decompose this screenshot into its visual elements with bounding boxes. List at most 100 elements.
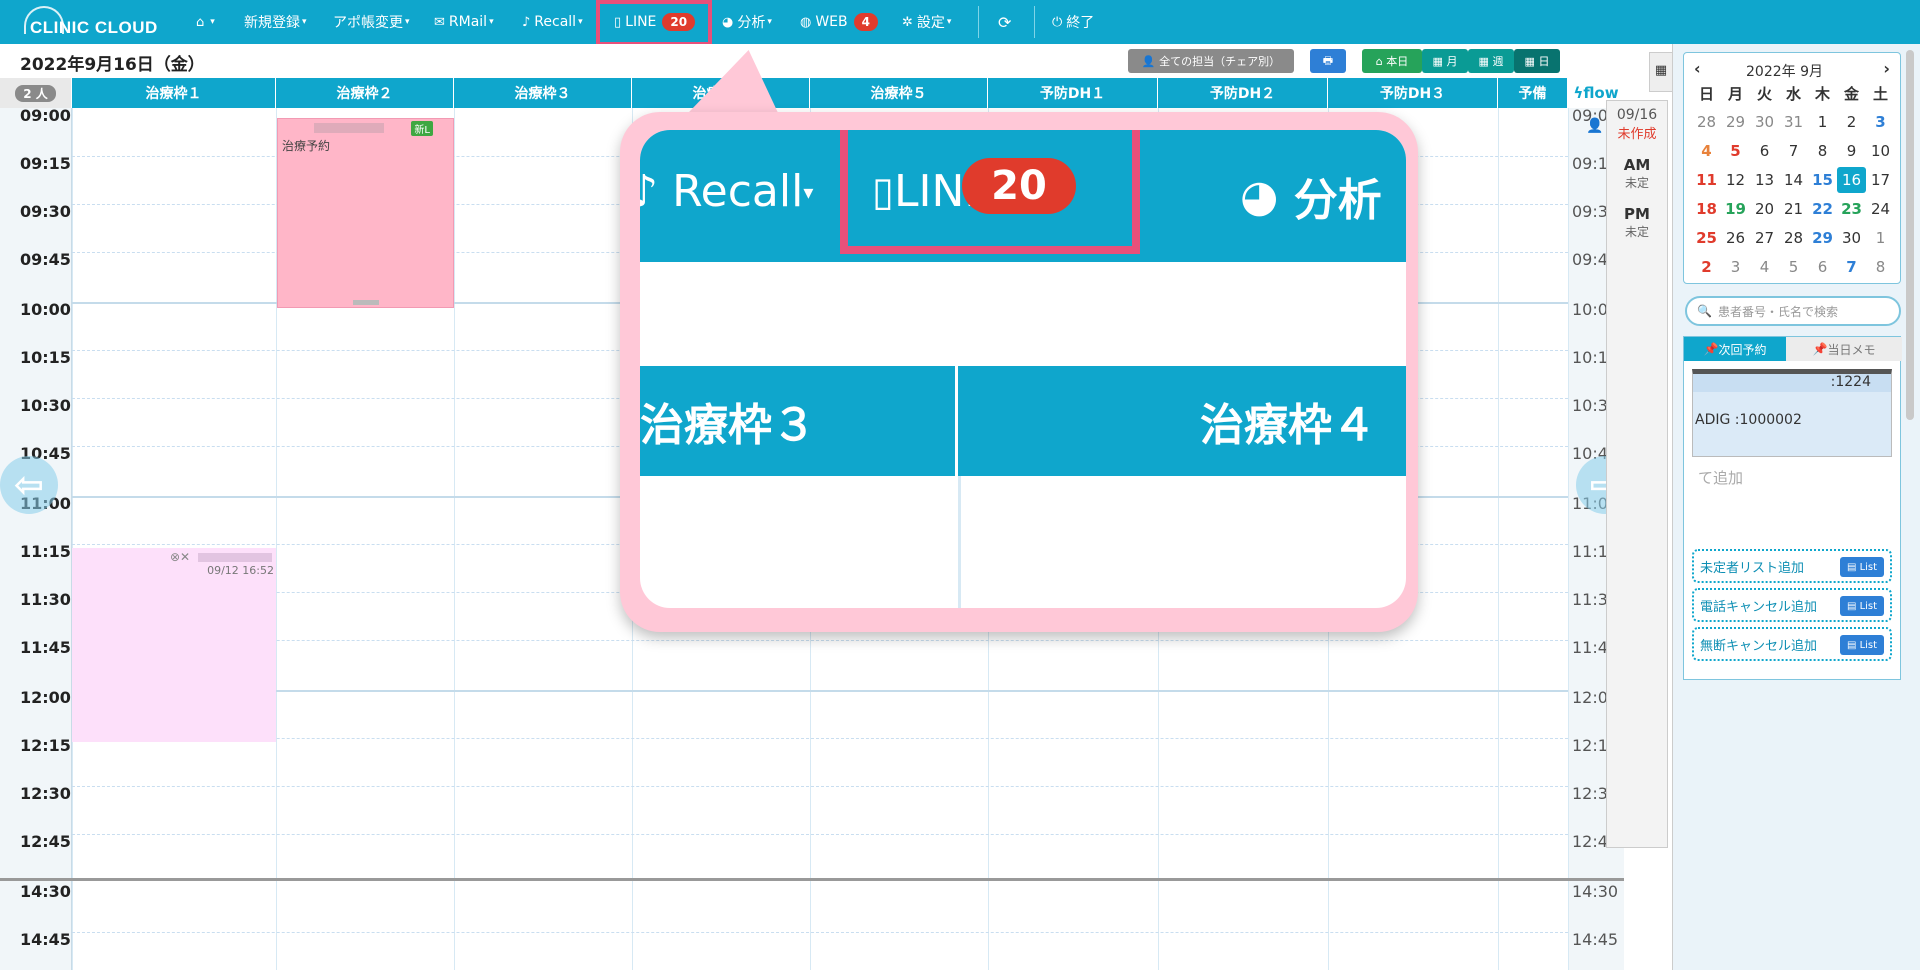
staff-filter-button[interactable]: 👤 全ての担当（チェア別） (1128, 49, 1294, 73)
grid-column-line (454, 108, 455, 970)
calendar-day[interactable]: 4 (1750, 254, 1779, 280)
calendar-day[interactable]: 12 (1721, 167, 1750, 193)
recall-menu[interactable]: ♪ Recall ▾ (522, 0, 583, 44)
grid-column-line (72, 108, 73, 970)
appointment-block[interactable]: ⊗✕ 09/12 16:52 (72, 548, 276, 742)
new-registration-menu[interactable]: 新規登録 ▾ (244, 0, 307, 44)
month-view-button[interactable]: ▦ 月 (1422, 49, 1468, 73)
column-header[interactable]: 予防DH１ (988, 78, 1158, 108)
calendar-day[interactable]: 28 (1692, 109, 1721, 135)
calendar-day[interactable]: 3 (1866, 109, 1895, 135)
appointment-side-panel: 📌 次回予約 📌 当日メモ :1224 ADIG :1000002 て追加 未定者リ… (1683, 336, 1902, 680)
calendar-day[interactable]: 4 (1692, 138, 1721, 164)
weekday-label: 月 (1727, 85, 1743, 103)
list-button[interactable]: ▤ List (1840, 635, 1884, 655)
calendar-day[interactable]: 14 (1779, 167, 1808, 193)
calendar-day[interactable]: 5 (1721, 138, 1750, 164)
calendar-day[interactable]: 7 (1837, 254, 1866, 280)
calendar-day[interactable]: 19 (1721, 196, 1750, 222)
menu-label: WEB (815, 14, 848, 30)
appointment-block[interactable]: 新L 治療予約 (277, 118, 454, 308)
calendar-day[interactable]: 23 (1837, 196, 1866, 222)
column-header[interactable]: 治療枠１ (72, 78, 276, 108)
rmail-menu[interactable]: ✉ RMail ▾ (434, 0, 494, 44)
tab-next-appointment[interactable]: 📌 次回予約 (1684, 337, 1786, 361)
calendar-day[interactable]: 1 (1866, 225, 1895, 251)
calendar-day[interactable]: 13 (1750, 167, 1779, 193)
day-view-button[interactable]: ▦ 日 (1514, 49, 1560, 73)
page-scrollbar[interactable] (1906, 50, 1914, 420)
calendar-day[interactable]: 30 (1837, 225, 1866, 251)
home-menu[interactable]: ⌂ ▾ (196, 0, 215, 44)
calendar-day[interactable]: 28 (1779, 225, 1808, 251)
analysis-menu[interactable]: ◕ 分析 ▾ (722, 0, 772, 44)
calendar-day[interactable]: 20 (1750, 196, 1779, 222)
calendar-day[interactable]: 27 (1750, 225, 1779, 251)
calendar-day[interactable]: 29 (1721, 109, 1750, 135)
calendar-day[interactable]: 3 (1721, 254, 1750, 280)
calendar-day[interactable]: 6 (1750, 138, 1779, 164)
mini-calendar-toggle[interactable]: ▦ (1649, 52, 1673, 92)
chevron-down-icon: ▾ (302, 17, 307, 27)
calendar-day[interactable]: 5 (1779, 254, 1808, 280)
pin-icon: 📌 (1812, 342, 1828, 356)
pin-icon: 📌 (1703, 342, 1719, 356)
column-header[interactable]: 予備 (1498, 78, 1568, 108)
calendar-day[interactable]: 21 (1779, 196, 1808, 222)
grid-row-line (72, 690, 1568, 692)
calendar-day[interactable]: 8 (1866, 254, 1895, 280)
column-header[interactable]: 予防DH３ (1328, 78, 1498, 108)
add-phone-cancel-button[interactable]: 電話キャンセル追加 ▤ List (1692, 588, 1892, 622)
calendar-day[interactable]: 29 (1808, 225, 1837, 251)
tab-day-memo[interactable]: 📌 当日メモ (1786, 337, 1902, 361)
calendar-day[interactable]: 10 (1866, 138, 1895, 164)
calendar-day[interactable]: 9 (1837, 138, 1866, 164)
week-view-button[interactable]: ▦ 週 (1468, 49, 1514, 73)
exit-button[interactable]: ⏻ 終了 (1052, 0, 1094, 44)
column-header[interactable]: 治療枠３ (454, 78, 632, 108)
calendar-day[interactable]: 24 (1866, 196, 1895, 222)
calendar-day[interactable]: 2 (1692, 254, 1721, 280)
previous-day-arrow[interactable]: ⇦ (0, 456, 58, 514)
calendar-day[interactable]: 8 (1808, 138, 1837, 164)
time-label: 11:30 (20, 590, 71, 609)
print-button[interactable]: 🖶 (1310, 49, 1346, 73)
appo-change-menu[interactable]: アポ帳変更 ▾ (333, 0, 410, 44)
time-label: 09:30 (20, 202, 71, 221)
column-header[interactable]: 予防DH２ (1158, 78, 1328, 108)
page-title: 2022年9月16日（金） (20, 55, 205, 75)
calendar-day[interactable]: 1 (1808, 109, 1837, 135)
calendar-day[interactable]: 6 (1808, 254, 1837, 280)
calendar-day[interactable]: 18 (1692, 196, 1721, 222)
clinic-cloud-logo[interactable]: CLINIC CLOUD (24, 4, 157, 40)
calendar-day[interactable]: 31 (1779, 109, 1808, 135)
calendar-day[interactable]: 16 (1837, 167, 1866, 193)
settings-menu[interactable]: ✲ 設定 ▾ (902, 0, 951, 44)
resize-handle[interactable] (353, 300, 379, 305)
list-button[interactable]: ▤ List (1840, 557, 1884, 577)
column-header[interactable]: 治療枠２ (276, 78, 454, 108)
next-month-button[interactable]: › (1883, 59, 1890, 78)
status-label: 未作成 (1617, 127, 1657, 142)
time-label: 09:45 (20, 250, 71, 269)
list-button[interactable]: ▤ List (1840, 596, 1884, 616)
calendar-day[interactable]: 17 (1866, 167, 1895, 193)
column-header[interactable]: 治療枠５ (810, 78, 988, 108)
patient-card[interactable]: :1224 ADIG :1000002 (1692, 369, 1892, 457)
bolt-icon: ϟ (1573, 84, 1584, 102)
calendar-day[interactable]: 15 (1808, 167, 1837, 193)
calendar-day[interactable]: 26 (1721, 225, 1750, 251)
calendar-day[interactable]: 30 (1750, 109, 1779, 135)
calendar-day[interactable]: 22 (1808, 196, 1837, 222)
patient-search-input[interactable]: 🔍 患者番号・氏名で検索 (1685, 296, 1901, 326)
calendar-day[interactable]: 2 (1837, 109, 1866, 135)
add-noshow-cancel-button[interactable]: 無断キャンセル追加 ▤ List (1692, 627, 1892, 661)
today-button[interactable]: ⌂ 本日 (1362, 49, 1422, 73)
calendar-day[interactable]: 7 (1779, 138, 1808, 164)
add-unscheduled-list-button[interactable]: 未定者リスト追加 ▤ List (1692, 549, 1892, 583)
web-menu[interactable]: ◍ WEB 4 (800, 0, 878, 44)
refresh-button[interactable]: ⟳ (998, 0, 1011, 44)
calendar-day[interactable]: 11 (1692, 167, 1721, 193)
prev-month-button[interactable]: ‹ (1694, 59, 1701, 78)
calendar-day[interactable]: 25 (1692, 225, 1721, 251)
